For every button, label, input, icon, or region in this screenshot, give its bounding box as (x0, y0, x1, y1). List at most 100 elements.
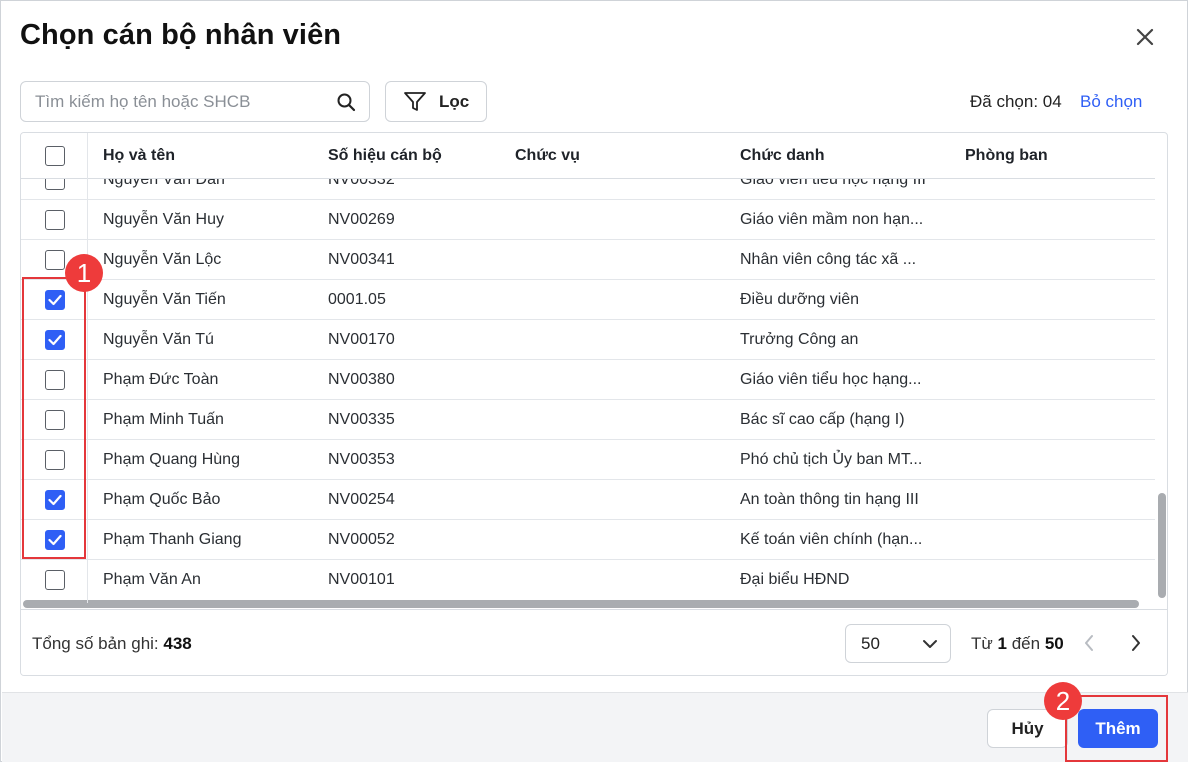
cell-title: Nhân viên công tác xã ... (740, 251, 917, 268)
checkmark-icon (48, 294, 62, 306)
select-all-checkbox[interactable] (45, 146, 65, 166)
annotation-badge-2: 2 (1044, 682, 1082, 720)
dialog-title: Chọn cán bộ nhân viên (20, 19, 342, 51)
cell-code: NV00254 (328, 491, 395, 508)
table-row[interactable]: Phạm Minh Tuấn NV00335 Bác sĩ cao cấp (hạn… (21, 400, 1155, 440)
row-checkbox[interactable] (45, 179, 65, 190)
cell-code: 0001.05 (328, 291, 386, 308)
cell-title: Kế toán viên chính (hạn... (740, 531, 923, 548)
table-header: Họ và tên Số hiệu cán bộ Chức vụ Chức da… (21, 133, 1155, 179)
annotation-badge-1: 1 (65, 254, 103, 292)
range-from: 1 (997, 634, 1007, 653)
cell-name: Nguyễn Văn Tú (103, 331, 214, 348)
cell-name: Phạm Văn An (103, 571, 201, 588)
cell-name: Nguyễn Văn Dân (103, 179, 225, 188)
filter-label: Lọc (439, 91, 470, 111)
search-input[interactable] (35, 91, 335, 112)
selected-count: 04 (1042, 92, 1062, 111)
range-to-label: đến (1011, 634, 1041, 653)
page-size-select[interactable]: 50 (845, 624, 951, 663)
add-button[interactable]: Thêm (1078, 709, 1158, 748)
cell-code: NV00052 (328, 531, 395, 548)
cell-code: NV00335 (328, 411, 395, 428)
column-header-title[interactable]: Chức danh (740, 147, 824, 165)
cell-code: NV00101 (328, 571, 395, 588)
close-button[interactable] (1129, 21, 1161, 53)
vertical-scrollbar[interactable] (1157, 133, 1167, 603)
row-checkbox[interactable] (45, 370, 65, 390)
cell-title: Giáo viên tiểu học hạng... (740, 371, 922, 388)
table-row[interactable]: Nguyễn Văn Tú NV00170 Trưởng Công an (21, 320, 1155, 360)
row-checkbox[interactable] (45, 210, 65, 230)
chevron-down-icon (923, 639, 937, 648)
previous-page-button[interactable] (1078, 630, 1100, 656)
range-to: 50 (1044, 634, 1064, 653)
cell-name: Phạm Quang Hùng (103, 451, 240, 468)
horizontal-scrollbar[interactable] (21, 599, 1155, 609)
total-records: Tổng số bản ghi: 438 (32, 634, 192, 654)
search-icon[interactable] (335, 91, 357, 113)
horizontal-scroll-thumb[interactable] (23, 600, 1139, 608)
table-row[interactable]: Phạm Đức Toàn NV00380 Giáo viên tiểu học h… (21, 360, 1155, 400)
next-page-button[interactable] (1125, 630, 1147, 656)
checkmark-icon (48, 334, 62, 346)
row-checkbox[interactable] (45, 530, 65, 550)
cell-title: Phó chủ tịch Ủy ban MT... (740, 451, 923, 468)
table-row[interactable]: Nguyễn Văn Huy NV00269 Giáo viên mầm non h… (21, 200, 1155, 240)
employee-table: Họ và tên Số hiệu cán bộ Chức vụ Chức da… (20, 132, 1168, 676)
table-row[interactable]: Phạm Thanh Giang NV00052 Kế toán viên chín… (21, 520, 1155, 560)
table-row[interactable]: Nguyễn Văn Lộc NV00341 Nhân viên công tác … (21, 240, 1155, 280)
cell-code: NV00332 (328, 179, 395, 188)
column-divider (87, 133, 88, 603)
cell-title: Trưởng Công an (740, 331, 859, 348)
cell-name: Phạm Đức Toàn (103, 371, 219, 388)
range-from-label: Từ (971, 634, 993, 653)
cell-name: Nguyễn Văn Huy (103, 211, 224, 228)
cell-title: Giáo viên tiểu học hạng III (740, 179, 926, 188)
table-row[interactable]: Phạm Văn An NV00101 Đại biểu HĐND (21, 560, 1155, 599)
selected-count-text: Đã chọn: 04 (970, 92, 1062, 112)
deselect-link[interactable]: Bỏ chọn (1080, 92, 1142, 112)
row-checkbox[interactable] (45, 250, 65, 270)
column-header-code[interactable]: Số hiệu cán bộ (328, 147, 442, 165)
cell-code: NV00341 (328, 251, 395, 268)
total-value: 438 (163, 634, 192, 653)
table-body: Nguyễn Văn Dân NV00332 Giáo viên tiểu học … (21, 179, 1155, 599)
table-row[interactable]: Phạm Quốc Bảo NV00254 An toàn thông tin hạ… (21, 480, 1155, 520)
cell-code: NV00353 (328, 451, 395, 468)
filter-button[interactable]: Lọc (385, 81, 487, 122)
table-row[interactable]: Nguyễn Văn Tiến 0001.05 Điều dưỡng viên (21, 280, 1155, 320)
cell-name: Nguyễn Văn Tiến (103, 291, 226, 308)
page-range: Từ 1 đến 50 (971, 634, 1064, 654)
cell-name: Phạm Quốc Bảo (103, 491, 221, 508)
cell-code: NV00269 (328, 211, 395, 228)
checkmark-icon (48, 494, 62, 506)
total-label: Tổng số bản ghi: (32, 634, 159, 653)
column-header-name[interactable]: Họ và tên (103, 147, 175, 165)
row-checkbox[interactable] (45, 290, 65, 310)
column-header-department[interactable]: Phòng ban (965, 147, 1048, 165)
vertical-scroll-thumb[interactable] (1158, 493, 1166, 598)
page-size-value: 50 (861, 633, 880, 653)
cell-name: Nguyễn Văn Lộc (103, 251, 222, 268)
chevron-right-icon (1132, 635, 1140, 651)
pagination-bar: Tổng số bản ghi: 438 50 Từ 1 đến 50 (21, 609, 1167, 675)
cell-title: An toàn thông tin hạng III (740, 491, 919, 508)
table-row[interactable]: Phạm Quang Hùng NV00353 Phó chủ tịch Ủy ba… (21, 440, 1155, 480)
cell-title: Bác sĩ cao cấp (hạng I) (740, 411, 905, 428)
selected-label: Đã chọn: (970, 92, 1039, 111)
row-checkbox[interactable] (45, 490, 65, 510)
row-checkbox[interactable] (45, 450, 65, 470)
table-row[interactable]: Nguyễn Văn Dân NV00332 Giáo viên tiểu học … (21, 179, 1155, 200)
close-icon (1136, 28, 1154, 46)
checkmark-icon (48, 534, 62, 546)
column-header-position[interactable]: Chức vụ (515, 147, 580, 165)
row-checkbox[interactable] (45, 330, 65, 350)
cell-name: Phạm Minh Tuấn (103, 411, 224, 428)
funnel-icon (404, 91, 426, 111)
chevron-left-icon (1085, 635, 1093, 651)
cell-code: NV00380 (328, 371, 395, 388)
row-checkbox[interactable] (45, 570, 65, 590)
row-checkbox[interactable] (45, 410, 65, 430)
cell-title: Giáo viên mầm non hạn... (740, 211, 924, 228)
